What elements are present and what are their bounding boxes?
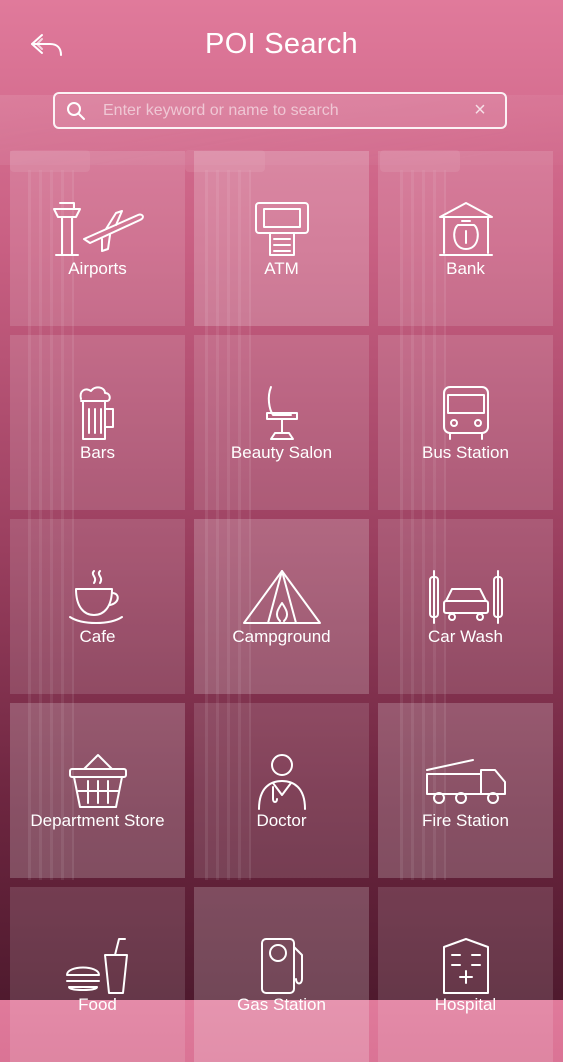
fast-food-icon <box>65 938 128 994</box>
clear-search-button[interactable]: × <box>469 99 491 122</box>
category-tile-hospital[interactable]: Hospital <box>378 887 553 1062</box>
category-label: Campground <box>232 627 331 646</box>
category-tile-gas-station[interactable]: Gas Station <box>194 887 369 1062</box>
basket-icon <box>68 754 127 808</box>
category-label: Cafe <box>79 627 116 646</box>
car-wash-icon <box>428 570 503 624</box>
category-label: Bank <box>446 259 485 278</box>
bus-icon <box>442 386 489 440</box>
category-tile-cafe[interactable]: Cafe <box>10 519 185 694</box>
search-input[interactable] <box>101 100 469 121</box>
search-bar: × <box>53 92 507 129</box>
category-label: Bus Station <box>422 443 509 462</box>
category-tile-beauty-salon[interactable]: Beauty Salon <box>194 335 369 510</box>
category-tile-fire-station[interactable]: Fire Station <box>378 703 553 878</box>
tent-icon <box>242 570 321 624</box>
category-label: Airports <box>68 259 127 278</box>
fuel-pump-icon <box>260 938 303 994</box>
category-label: Fire Station <box>422 811 509 830</box>
category-label: Beauty Salon <box>230 443 333 462</box>
category-tile-atm[interactable]: ATM <box>194 151 369 326</box>
category-label: Hospital <box>434 995 497 1014</box>
atm-icon <box>254 202 309 256</box>
category-tile-campground[interactable]: Campground <box>194 519 369 694</box>
category-tile-bars[interactable]: Bars <box>10 335 185 510</box>
coffee-cup-icon <box>68 570 123 624</box>
beer-mug-icon <box>79 386 114 440</box>
category-label: Gas Station <box>237 995 326 1014</box>
category-label: Bars <box>80 443 115 462</box>
category-tile-airports[interactable]: Airports <box>10 151 185 326</box>
bank-icon <box>438 202 493 256</box>
category-label: Department Store <box>30 811 165 830</box>
close-icon: × <box>474 99 486 121</box>
salon-chair-icon <box>265 386 298 440</box>
category-tile-bank[interactable]: Bank <box>378 151 553 326</box>
category-tile-car-wash[interactable]: Car Wash <box>378 519 553 694</box>
category-tile-doctor[interactable]: Doctor <box>194 703 369 878</box>
category-tile-department-store[interactable]: Department Store <box>10 703 185 878</box>
category-label: Car Wash <box>428 627 503 646</box>
category-tile-bus-station[interactable]: Bus Station <box>378 335 553 510</box>
page-title: POI Search <box>205 28 358 60</box>
search-icon <box>67 101 85 120</box>
category-label: Food <box>78 995 117 1014</box>
category-label: Doctor <box>256 811 307 830</box>
top-bar: POI Search <box>0 0 563 90</box>
hospital-icon <box>442 938 489 994</box>
airport-icon <box>52 202 144 256</box>
fire-truck-icon <box>425 759 506 804</box>
category-grid: Airports ATM Bank Bars Beauty Salon Bus … <box>10 151 553 1062</box>
category-tile-food[interactable]: Food <box>10 887 185 1062</box>
category-label: ATM <box>264 259 299 278</box>
doctor-icon <box>257 754 306 810</box>
